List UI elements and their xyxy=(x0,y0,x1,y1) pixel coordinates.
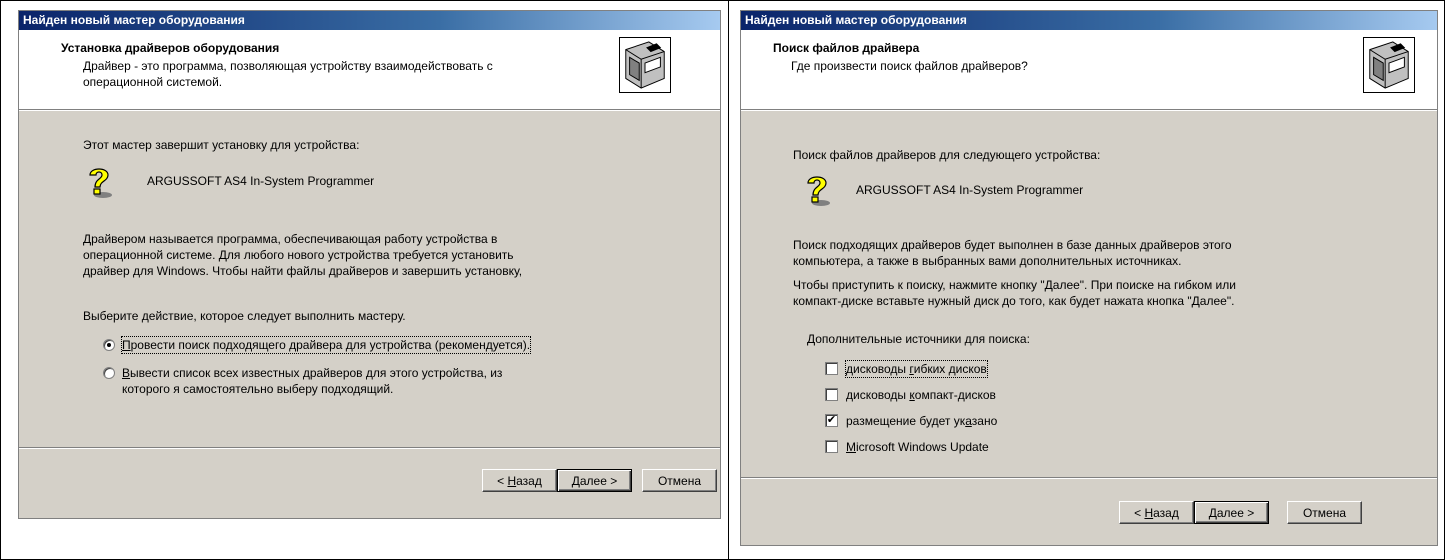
radio-label: Вывести список всех известных драйверов … xyxy=(122,365,502,397)
wizard-window-search: Найден новый мастер оборудования Поиск ф… xyxy=(740,10,1438,546)
radio-label-text: которого я самостоятельно выберу подходя… xyxy=(122,382,394,396)
back-label: азад xyxy=(516,473,542,488)
checkbox-label: дисководы гибких дисков xyxy=(845,360,988,378)
back-accel: Н xyxy=(507,473,517,488)
paragraph-line: драйвер для Windows. Чтобы найти файлы д… xyxy=(83,264,523,278)
header-subtitle: Драйвер - это программа, позволяющая уст… xyxy=(83,58,603,90)
paragraph-line: операционной системе. Для любого нового … xyxy=(83,248,514,262)
window-title: Найден новый мастер оборудования xyxy=(19,11,720,30)
checkbox-label-text: омпакт-дисков xyxy=(914,388,996,402)
hardware-wizard-icon xyxy=(619,37,671,93)
radio-list-drivers[interactable]: Вывести список всех известных драйверов … xyxy=(103,365,502,397)
back-button[interactable]: < Назад xyxy=(482,469,557,492)
radio-label: Провести поиск подходящего драйвера для … xyxy=(120,336,532,354)
cancel-button[interactable]: Отмена xyxy=(642,469,717,492)
paragraph-line: компьютера, а также в выбранных вами доп… xyxy=(793,254,1182,268)
sources-label: Дополнительные источники для поиска: xyxy=(807,332,1030,346)
device-name: ARGUSSOFT AS4 In-System Programmer xyxy=(147,174,375,188)
radio-button[interactable] xyxy=(103,367,115,379)
paragraph-line: Поиск подходящих драйверов будет выполне… xyxy=(793,238,1232,252)
back-button[interactable]: < Назад xyxy=(1119,501,1194,524)
checkbox[interactable] xyxy=(825,362,838,375)
unknown-device-question-icon xyxy=(89,168,112,198)
cancel-button[interactable]: Отмена xyxy=(1287,501,1362,524)
header-subtitle-line: Драйвер - это программа, позволяющая уст… xyxy=(83,59,493,73)
checkbox-label: Microsoft Windows Update xyxy=(846,439,989,455)
frame-divider xyxy=(728,0,729,560)
footer-separator xyxy=(741,477,1437,479)
checkbox-label-text: размещение будет ук xyxy=(846,414,966,428)
window-title: Найден новый мастер оборудования xyxy=(741,11,1437,30)
header-title: Поиск файлов драйвера xyxy=(773,41,920,55)
checkbox-label-accel: M xyxy=(846,440,856,454)
search-description: Поиск подходящих драйверов будет выполне… xyxy=(793,237,1232,269)
checkbox-label: дисководы компакт-дисков xyxy=(846,387,996,403)
header-subtitle-line: операционной системой. xyxy=(83,75,223,89)
back-lt: < xyxy=(1134,505,1145,520)
checkbox-label-text: ибких дисков xyxy=(913,362,987,376)
checkbox-label-text: дисководы xyxy=(846,388,910,402)
radio-label-accel: В xyxy=(122,366,131,380)
next-button[interactable]: Далее > xyxy=(1194,501,1269,524)
back-label: азад xyxy=(1153,505,1179,520)
header-subtitle: Где произвести поиск файлов драйверов? xyxy=(791,59,1028,73)
radio-label-text: ровести поиск подходящего драйвера для у… xyxy=(130,338,531,352)
checkbox-windows-update[interactable]: Microsoft Windows Update xyxy=(825,439,989,455)
choose-action-text: Выберите действие, которое следует выпол… xyxy=(83,309,406,323)
next-button[interactable]: Далее > xyxy=(557,469,632,492)
checkbox-cd-drives[interactable]: дисководы компакт-дисков xyxy=(825,387,996,403)
checkbox-specify-location[interactable]: ✔ размещение будет указано xyxy=(825,413,997,429)
description-paragraph: Драйвером называется программа, обеспечи… xyxy=(83,231,522,279)
checkbox-floppy-drives[interactable]: дисководы гибких дисков xyxy=(825,360,988,378)
radio-search-recommended[interactable]: Провести поиск подходящего драйвера для … xyxy=(103,336,532,354)
paragraph-line: Чтобы приступить к поиску, нажмите кнопк… xyxy=(793,278,1236,292)
radio-label-accel: П xyxy=(122,338,131,352)
radio-label-text: ывести список всех известных драйверов д… xyxy=(130,366,503,380)
device-name: ARGUSSOFT AS4 In-System Programmer xyxy=(856,183,1084,197)
checkbox-label: размещение будет указано xyxy=(846,413,997,429)
instructions-paragraph: Чтобы приступить к поиску, нажмите кнопк… xyxy=(793,277,1236,309)
checkbox-label-text: дисководы xyxy=(846,362,910,376)
intro-text: Поиск файлов драйверов для следующего ус… xyxy=(793,148,1101,162)
radio-button-checked[interactable] xyxy=(103,339,115,351)
hardware-wizard-icon xyxy=(1363,37,1415,93)
wizard-window-install: Найден новый мастер оборудования Установ… xyxy=(18,10,721,519)
wizard-header: Установка драйверов оборудования Драйвер… xyxy=(19,30,720,111)
checkbox-label-text: зано xyxy=(971,414,998,428)
intro-text: Этот мастер завершит установку для устро… xyxy=(83,138,360,152)
back-accel: Н xyxy=(1144,505,1154,520)
header-title: Установка драйверов оборудования xyxy=(61,41,280,55)
checkbox[interactable] xyxy=(825,388,838,401)
wizard-header: Поиск файлов драйвера Где произвести пои… xyxy=(741,30,1437,111)
checkbox-checked[interactable]: ✔ xyxy=(825,414,838,427)
checkbox-label-text: icrosoft Windows Update xyxy=(856,440,989,454)
paragraph-line: компакт-диске вставьте нужный диск до то… xyxy=(793,294,1235,308)
checkbox[interactable] xyxy=(825,440,838,453)
footer-separator xyxy=(19,447,720,449)
unknown-device-question-icon xyxy=(807,176,830,206)
back-lt: < xyxy=(497,473,508,488)
paragraph-line: Драйвером называется программа, обеспечи… xyxy=(83,232,498,246)
